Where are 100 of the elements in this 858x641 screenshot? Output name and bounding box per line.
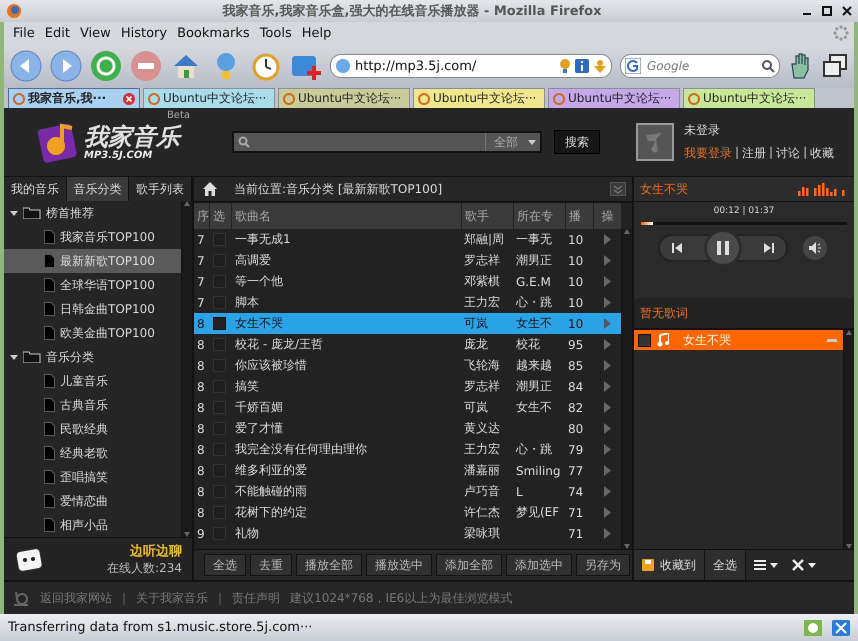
forward-icon[interactable] (50, 50, 82, 82)
browser-tab[interactable]: Ubuntu中文论坛··· (683, 88, 815, 108)
info-icon[interactable] (575, 59, 589, 73)
tree-item[interactable]: 最新新歌TOP100 (4, 249, 181, 274)
play-icon[interactable] (604, 255, 610, 266)
maximize-icon[interactable] (822, 6, 832, 16)
tree-item[interactable]: 相声小品 (4, 513, 181, 538)
scrollbar[interactable] (181, 201, 192, 538)
expand-arrow-icon[interactable] (10, 209, 18, 218)
song-row[interactable]: 8 搞笑 罗志祥 潮男正 84 (194, 376, 621, 398)
action-button[interactable]: 添加全部 (436, 554, 502, 576)
play-icon[interactable] (604, 234, 610, 246)
song-row[interactable]: 8 你应该被珍惜 飞轮海 越来越 85 (194, 355, 621, 376)
next-icon[interactable] (764, 243, 774, 254)
play-icon[interactable] (604, 402, 610, 414)
play-icon[interactable] (604, 318, 610, 330)
song-row[interactable]: 8 校花 - 庞龙/王哲 庞龙 校花 95 (194, 334, 621, 356)
column-header[interactable]: 歌曲名 (232, 203, 462, 230)
menu-item[interactable]: File (8, 26, 40, 40)
close-icon[interactable] (842, 6, 852, 16)
tree-item[interactable]: 欧美金曲TOP100 (4, 321, 181, 346)
play-icon[interactable] (604, 339, 610, 350)
action-button[interactable]: 播放全部 (296, 554, 362, 576)
play-icon[interactable] (604, 507, 610, 518)
column-header[interactable]: 选 (210, 203, 232, 230)
delete-icon[interactable] (792, 559, 816, 572)
user-link[interactable]: 讨论 (776, 145, 800, 162)
menu-item[interactable]: Edit (40, 26, 75, 40)
song-row[interactable]: 8 千娇百媚 可岚 女生不 82 (194, 397, 621, 418)
song-row[interactable]: 8 女生不哭 可岚 女生不 10 (194, 313, 621, 334)
person-icon[interactable] (593, 59, 607, 73)
song-row[interactable]: 8 维多利亚的爱 潘嘉丽 Smiling 77 (194, 460, 621, 482)
play-icon[interactable] (604, 465, 610, 476)
tree-item[interactable]: 民歌经典 (4, 417, 181, 442)
browser-tab[interactable]: 我家音乐,我··· (8, 88, 140, 108)
play-icon[interactable] (604, 444, 610, 456)
column-header[interactable]: 所在专 (514, 203, 566, 230)
item-checkbox[interactable] (638, 334, 651, 347)
user-link[interactable]: 我要登录 (684, 145, 732, 162)
play-icon[interactable] (604, 486, 610, 498)
user-link[interactable]: 收藏 (810, 145, 834, 162)
play-icon[interactable] (604, 381, 610, 392)
menu-icon[interactable] (754, 559, 778, 572)
search-box[interactable]: Google (620, 54, 780, 78)
column-header[interactable]: 歌手 (462, 203, 514, 230)
browser-tab[interactable]: Ubuntu中文论坛··· (278, 88, 410, 108)
play-icon[interactable] (604, 528, 610, 540)
select-all-button[interactable]: 全选 (705, 550, 746, 580)
browser-tab[interactable]: Ubuntu中文论坛··· (413, 88, 545, 108)
song-row[interactable]: 7 脚本 王力宏 心・跳 10 (194, 292, 621, 314)
menu-item[interactable]: Bookmarks (172, 26, 255, 40)
action-button[interactable]: 去重 (250, 554, 292, 576)
browser-tab[interactable]: Ubuntu中文论坛··· (143, 88, 275, 108)
tree-item[interactable]: 经典老歌 (4, 441, 181, 466)
menu-item[interactable]: History (116, 26, 172, 40)
play-icon[interactable] (604, 276, 610, 288)
song-row[interactable]: 8 我完全没有任何理由理你 王力宏 心・跳 79 (194, 439, 621, 460)
category-tab[interactable]: 我的音乐 (4, 177, 67, 202)
play-icon[interactable] (604, 360, 610, 372)
scrollbar[interactable] (621, 229, 632, 550)
song-row[interactable]: 8 爱了才懂 黄义达 80 (194, 418, 621, 440)
category-tab[interactable]: 音乐分类 (66, 177, 130, 202)
tree-folder-label[interactable]: 音乐分类 (46, 348, 94, 366)
play-icon[interactable] (604, 297, 610, 308)
google-icon[interactable] (625, 58, 641, 74)
column-header[interactable]: 序 (194, 203, 210, 230)
addon-icon[interactable] (804, 620, 822, 636)
action-button[interactable]: 播放选中 (366, 554, 432, 576)
tree-item[interactable]: 全球华语TOP100 (4, 273, 181, 298)
tree-item[interactable]: 歪唱搞笑 (4, 465, 181, 490)
tree-item[interactable]: 我家音乐TOP100 (4, 225, 181, 250)
back-icon[interactable] (10, 50, 42, 82)
action-button[interactable]: 添加选中 (506, 554, 572, 576)
tree-item[interactable]: 儿童音乐 (4, 369, 181, 394)
menu-item[interactable]: Tools (254, 26, 297, 40)
scrollbar[interactable] (843, 330, 854, 550)
song-row[interactable]: 7 高调爱 罗志祥 潮男正 10 (194, 250, 621, 272)
reload-icon[interactable] (90, 50, 122, 82)
collapse-icon[interactable] (610, 182, 626, 196)
search-field[interactable]: Google (645, 58, 757, 74)
tree-item[interactable]: 爱情恋曲 (4, 489, 181, 514)
song-row[interactable]: 8 不能触碰的雨 卢巧音 L 74 (194, 481, 621, 502)
expand-arrow-icon[interactable] (10, 353, 18, 362)
song-row[interactable]: 9 礼物 梁咏琪 71 (194, 523, 621, 544)
home-icon[interactable] (202, 181, 218, 198)
scroll-up-icon[interactable] (624, 229, 630, 234)
windows-icon[interactable] (822, 53, 848, 79)
address-field[interactable]: http://mp3.5j.com/ (330, 54, 612, 78)
song-row[interactable]: 7 一事无成1 郑融|周 一事无 10 (194, 229, 621, 250)
browser-tab[interactable]: Ubuntu中文论坛··· (548, 88, 680, 108)
user-link[interactable]: 注册 (742, 145, 766, 162)
previous-icon[interactable] (672, 243, 682, 254)
collect-button[interactable]: 收藏到 (634, 550, 705, 580)
song-row[interactable]: 8 花树下的约定 许仁杰 梦见(EF 71 (194, 502, 621, 524)
action-button[interactable]: 另存为 (576, 554, 630, 576)
action-button[interactable]: 全选 (204, 554, 246, 576)
search-button[interactable]: 搜索 (554, 130, 600, 154)
column-header[interactable]: 操 (594, 203, 622, 230)
search-icon[interactable] (761, 59, 775, 73)
menu-item[interactable]: Help (296, 26, 336, 40)
